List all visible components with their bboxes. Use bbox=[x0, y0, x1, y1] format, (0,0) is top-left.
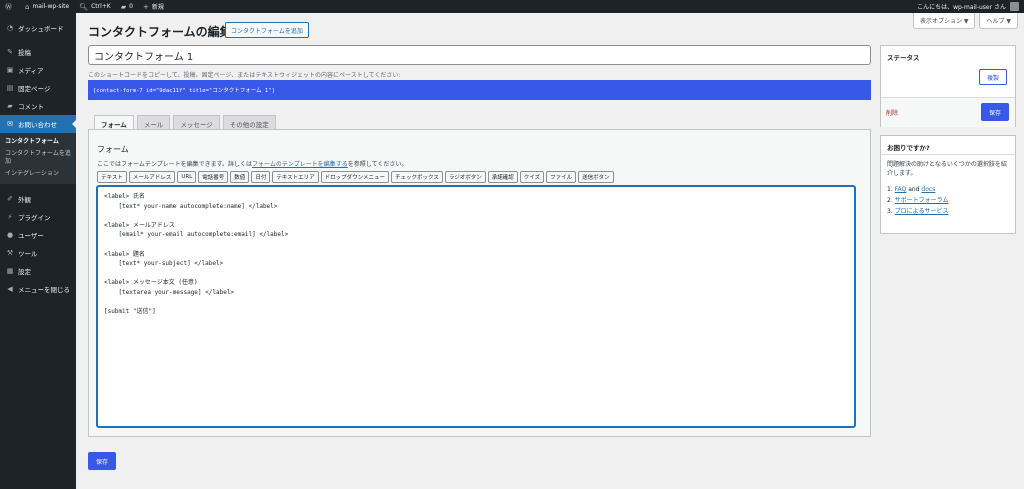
pin-icon: ✎ bbox=[7, 48, 13, 56]
form-title-input[interactable]: コンタクトフォーム 1 bbox=[88, 45, 871, 65]
menu-tools[interactable]: ⚒ ツール bbox=[0, 244, 76, 262]
help-text: 問題解決の助けとなるいくつかの選択肢を紹介します。 bbox=[887, 161, 1007, 177]
list-item: 3. プロによるサービス bbox=[887, 208, 949, 215]
menu-dashboard[interactable]: ◔ ダッシュボード bbox=[0, 19, 76, 37]
form-panel-heading: フォーム bbox=[97, 145, 129, 154]
tag-url-button[interactable]: URL bbox=[177, 171, 197, 183]
tag-text-button[interactable]: テキスト bbox=[97, 171, 127, 183]
pro-services-link[interactable]: プロによるサービス bbox=[895, 208, 949, 215]
collapse-icon: ◀ bbox=[7, 285, 13, 293]
submenu-contact-forms[interactable]: コンタクトフォーム bbox=[0, 136, 76, 148]
site-name-link[interactable]: ⌂ mail-wp-site bbox=[20, 0, 74, 13]
tag-acceptance-button[interactable]: 承諾確認 bbox=[487, 171, 518, 183]
editor-tabs: フォーム メール メッセージ その他の設定 bbox=[94, 115, 276, 130]
menu-pages[interactable]: ▤ 固定ページ bbox=[0, 79, 76, 97]
menu-settings[interactable]: ▦ 設定 bbox=[0, 262, 76, 280]
avatar bbox=[1010, 2, 1019, 11]
tab-messages[interactable]: メッセージ bbox=[173, 115, 220, 129]
screen-options-button[interactable]: 表示オプション ▼ bbox=[912, 13, 976, 29]
list-item: 2. サポートフォーラム bbox=[887, 197, 949, 204]
menu-comments[interactable]: ▰ コメント bbox=[0, 97, 76, 115]
tab-mail[interactable]: メール bbox=[136, 115, 171, 129]
screen-meta-links: 表示オプション ▼ ヘルプ ▼ bbox=[912, 13, 1018, 29]
user-icon: ● bbox=[6, 231, 14, 239]
wordpress-icon: Ⓦ bbox=[5, 2, 12, 11]
plus-icon: + bbox=[142, 2, 149, 11]
add-contact-form-button[interactable]: コンタクトフォームを追加 bbox=[225, 22, 309, 38]
tag-tel-button[interactable]: 電話番号 bbox=[198, 171, 229, 183]
home-icon: ⌂ bbox=[25, 2, 30, 11]
submenu-integration[interactable]: インテグレーション bbox=[0, 168, 76, 180]
tag-generator-bar: テキスト メールアドレス URL 電話番号 数値 日付 テキストエリア ドロップ… bbox=[97, 171, 614, 183]
tag-quiz-button[interactable]: クイズ bbox=[519, 171, 545, 183]
help-box-title: お困りですか? bbox=[887, 144, 930, 152]
menu-posts[interactable]: ✎ 投稿 bbox=[0, 43, 76, 61]
save-button[interactable]: 保存 bbox=[981, 103, 1009, 121]
comment-icon: ▰ bbox=[7, 102, 13, 110]
menu-contact[interactable]: ✉ お問い合わせ bbox=[0, 115, 76, 133]
dashboard-icon: ◔ bbox=[6, 24, 14, 32]
admin-bar: Ⓦ ⌂ mail-wp-site 🔍︎ Ctrl+K ▰ 0 + 新規 こんにちは、wp… bbox=[0, 0, 1024, 13]
tag-email-button[interactable]: メールアドレス bbox=[128, 171, 176, 183]
comment-icon: ▰ bbox=[120, 2, 127, 11]
status-box: ステータス 複製 削除 保存 bbox=[880, 45, 1016, 127]
media-icon: ▣ bbox=[6, 66, 14, 74]
search-icon: 🔍︎ bbox=[79, 2, 89, 11]
tag-textarea-button[interactable]: テキストエリア bbox=[272, 171, 319, 183]
page-title: コンタクトフォームの編集 bbox=[88, 25, 232, 39]
status-box-title: ステータス bbox=[887, 54, 920, 62]
brush-icon: ✐ bbox=[7, 195, 13, 203]
tab-form[interactable]: フォーム bbox=[94, 115, 134, 130]
new-content-button[interactable]: + 新規 bbox=[138, 0, 169, 13]
status-actions: 削除 保存 bbox=[881, 97, 1015, 127]
tag-checkbox-button[interactable]: チェックボックス bbox=[391, 171, 443, 183]
command-palette-button[interactable]: 🔍︎ Ctrl+K bbox=[74, 0, 116, 13]
tab-additional-settings[interactable]: その他の設定 bbox=[222, 115, 276, 129]
faq-link[interactable]: FAQ bbox=[895, 186, 907, 193]
delete-link[interactable]: 削除 bbox=[886, 108, 898, 117]
tag-submit-button[interactable]: 送信ボタン bbox=[578, 171, 614, 183]
menu-users[interactable]: ● ユーザー bbox=[0, 226, 76, 244]
admin-menu: ◔ ダッシュボード ✎ 投稿 ▣ メディア ▤ 固定ページ ▰ コメント ✉ お問い合わせ … bbox=[0, 13, 76, 489]
list-item: 1. FAQ and docs bbox=[887, 186, 936, 193]
menu-plugins[interactable]: ⚡︎ プラグイン bbox=[0, 208, 76, 226]
form-panel-description: ここではフォームテンプレートを編集できます。詳しくはフォームのテンプレートを編集… bbox=[97, 161, 408, 168]
tag-dropdown-button[interactable]: ドロップダウンメニュー bbox=[320, 171, 390, 183]
template-docs-link[interactable]: フォームのテンプレートを編集する bbox=[252, 161, 348, 168]
save-button-bottom[interactable]: 保存 bbox=[88, 452, 116, 470]
form-template-editor[interactable]: <label> 氏名 [text* your-name autocomplete… bbox=[96, 185, 856, 428]
mail-icon: ✉ bbox=[7, 120, 13, 128]
tag-date-button[interactable]: 日付 bbox=[251, 171, 271, 183]
submenu-add-contact-form[interactable]: コンタクトフォームを追加 bbox=[0, 148, 76, 168]
shortcode-description: このショートコードをコピーして、投稿、固定ページ、またはテキストウィジェットの内… bbox=[88, 72, 401, 79]
tag-radio-button[interactable]: ラジオボタン bbox=[444, 171, 486, 183]
shortcode-field[interactable]: [contact-form-7 id="9dac11f" title="コンタク… bbox=[88, 80, 871, 100]
duplicate-button[interactable]: 複製 bbox=[979, 69, 1007, 85]
contact-submenu: コンタクトフォーム コンタクトフォームを追加 インテグレーション bbox=[0, 133, 76, 184]
wrench-icon: ⚒ bbox=[6, 249, 14, 257]
comments-link[interactable]: ▰ 0 bbox=[116, 0, 138, 13]
settings-icon: ▦ bbox=[6, 267, 14, 275]
help-links: 1. FAQ and docs 2. サポートフォーラム 3. プロによるサービ… bbox=[887, 184, 948, 217]
menu-media[interactable]: ▣ メディア bbox=[0, 61, 76, 79]
support-forum-link[interactable]: サポートフォーラム bbox=[895, 197, 949, 204]
divider bbox=[881, 154, 1015, 155]
tag-file-button[interactable]: ファイル bbox=[546, 171, 577, 183]
tag-number-button[interactable]: 数値 bbox=[230, 171, 250, 183]
help-button[interactable]: ヘルプ ▼ bbox=[979, 13, 1018, 29]
wp-logo-button[interactable]: Ⓦ bbox=[0, 0, 20, 13]
plugin-icon: ⚡︎ bbox=[7, 213, 13, 221]
menu-appearance[interactable]: ✐ 外観 bbox=[0, 190, 76, 208]
form-panel: フォーム ここではフォームテンプレートを編集できます。詳しくはフォームのテンプレ… bbox=[88, 129, 871, 437]
user-account-menu[interactable]: こんにちは、wp-mail-user さん bbox=[912, 0, 1024, 13]
menu-collapse[interactable]: ◀ メニューを閉じる bbox=[0, 280, 76, 298]
help-box: お困りですか? 問題解決の助けとなるいくつかの選択肢を紹介します。 1. FAQ… bbox=[880, 135, 1016, 234]
page-icon: ▤ bbox=[6, 84, 14, 92]
docs-link[interactable]: docs bbox=[921, 186, 935, 193]
